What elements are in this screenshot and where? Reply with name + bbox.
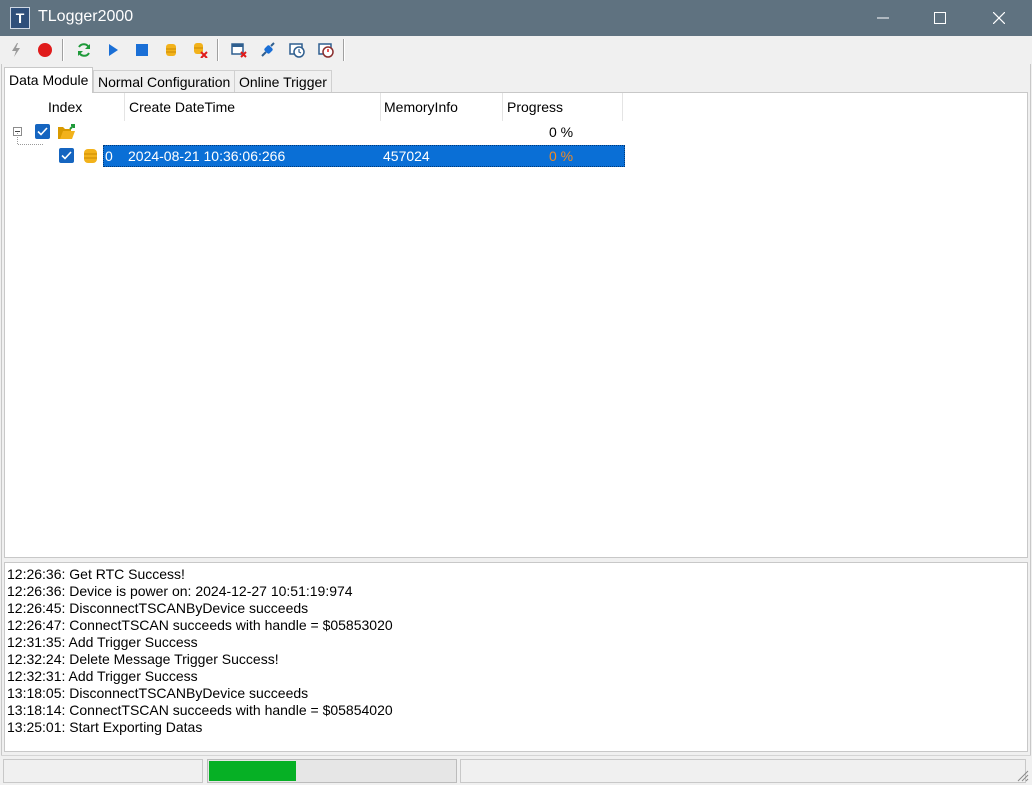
column-header-memoryinfo[interactable]: MemoryInfo bbox=[381, 93, 503, 121]
log-line: 12:26:36: Device is power on: 2024-12-27… bbox=[7, 583, 353, 599]
resize-grip-icon[interactable] bbox=[1017, 770, 1029, 782]
status-panel-left bbox=[3, 759, 203, 783]
log-line: 12:31:35: Add Trigger Success bbox=[7, 634, 198, 650]
toolbar-separator bbox=[343, 39, 344, 61]
database-delete-icon bbox=[194, 43, 208, 58]
status-bar bbox=[1, 755, 1031, 784]
status-panel-right bbox=[460, 759, 1026, 783]
column-header-progress[interactable]: Progress bbox=[503, 93, 623, 121]
minimize-icon bbox=[877, 17, 889, 19]
clock-delete-button[interactable] bbox=[314, 39, 338, 61]
row-checkbox[interactable] bbox=[59, 148, 74, 163]
log-line: 12:32:24: Delete Message Trigger Success… bbox=[7, 651, 279, 667]
export-progress-bar bbox=[207, 759, 457, 783]
toolbar-separator bbox=[217, 39, 218, 61]
log-line: 13:18:05: DisconnectTSCANByDevice succee… bbox=[7, 685, 309, 701]
tree-connector-lines bbox=[17, 133, 43, 145]
clock-icon bbox=[289, 43, 305, 58]
lightning-icon bbox=[12, 43, 20, 57]
window-delete-button[interactable] bbox=[227, 39, 251, 61]
refresh-button[interactable] bbox=[72, 39, 96, 61]
database-button[interactable] bbox=[159, 39, 183, 61]
app-icon[interactable]: T bbox=[10, 7, 30, 29]
row-memory-info: 457024 bbox=[383, 148, 430, 164]
log-line: 12:26:45: DisconnectTSCANByDevice succee… bbox=[7, 600, 309, 616]
lightning-button[interactable] bbox=[4, 39, 28, 61]
connect-icon bbox=[261, 42, 275, 57]
tab-data-module[interactable]: Data Module bbox=[4, 67, 94, 93]
maximize-icon bbox=[934, 12, 946, 24]
row-index: 0 bbox=[105, 148, 113, 164]
log-line: 13:25:01: Start Exporting Datas bbox=[7, 719, 203, 735]
close-icon bbox=[993, 12, 1005, 24]
connect-button[interactable] bbox=[256, 39, 280, 61]
row-progress: 0 % bbox=[549, 148, 574, 164]
record-icon bbox=[38, 43, 52, 57]
data-module-tree[interactable]: Index Create DateTime MemoryInfo Progres… bbox=[4, 92, 1028, 558]
close-button[interactable] bbox=[976, 0, 1022, 36]
toolbar bbox=[1, 36, 1031, 64]
tab-strip: Data Module Normal Configuration Online … bbox=[4, 67, 1028, 93]
minimize-button[interactable] bbox=[860, 0, 906, 36]
toolbar-separator bbox=[62, 39, 63, 61]
column-header-index[interactable]: Index bbox=[5, 93, 125, 121]
stop-icon bbox=[136, 44, 148, 56]
database-icon bbox=[83, 148, 99, 167]
log-line: 12:26:36: Get RTC Success! bbox=[7, 566, 185, 582]
column-header-create-datetime[interactable]: Create DateTime bbox=[125, 93, 381, 121]
refresh-icon bbox=[78, 43, 90, 57]
play-button[interactable] bbox=[101, 39, 125, 61]
log-output[interactable]: 12:26:36: Get RTC Success! 12:26:36: Dev… bbox=[4, 562, 1028, 752]
tree-row[interactable]: 0 2024-08-21 10:36:06:266 457024 0 % bbox=[5, 133, 645, 167]
title-bar[interactable]: T TLogger2000 bbox=[0, 0, 1032, 36]
window-title: TLogger2000 bbox=[38, 8, 134, 25]
export-progress-fill bbox=[209, 761, 296, 781]
checkmark-icon bbox=[61, 151, 72, 160]
window-delete-icon bbox=[231, 43, 247, 58]
row-create-datetime: 2024-08-21 10:36:06:266 bbox=[128, 148, 286, 164]
folder-open-icon bbox=[57, 123, 77, 144]
clock-button[interactable] bbox=[285, 39, 309, 61]
tab-normal-configuration[interactable]: Normal Configuration bbox=[93, 70, 236, 92]
maximize-button[interactable] bbox=[917, 0, 963, 36]
log-line: 13:18:14: ConnectTSCAN succeeds with han… bbox=[7, 702, 393, 718]
clock-delete-icon bbox=[318, 43, 334, 58]
tree-root-row[interactable]: 0 % bbox=[5, 121, 645, 143]
delete-database-button[interactable] bbox=[188, 39, 212, 61]
tab-online-trigger[interactable]: Online Trigger bbox=[234, 70, 332, 92]
log-line: 12:26:47: ConnectTSCAN succeeds with han… bbox=[7, 617, 393, 633]
database-icon bbox=[166, 44, 176, 56]
log-line: 12:32:31: Add Trigger Success bbox=[7, 668, 198, 684]
root-progress: 0 % bbox=[549, 124, 574, 140]
record-button[interactable] bbox=[33, 39, 57, 61]
play-icon bbox=[109, 44, 118, 56]
stop-button[interactable] bbox=[130, 39, 154, 61]
